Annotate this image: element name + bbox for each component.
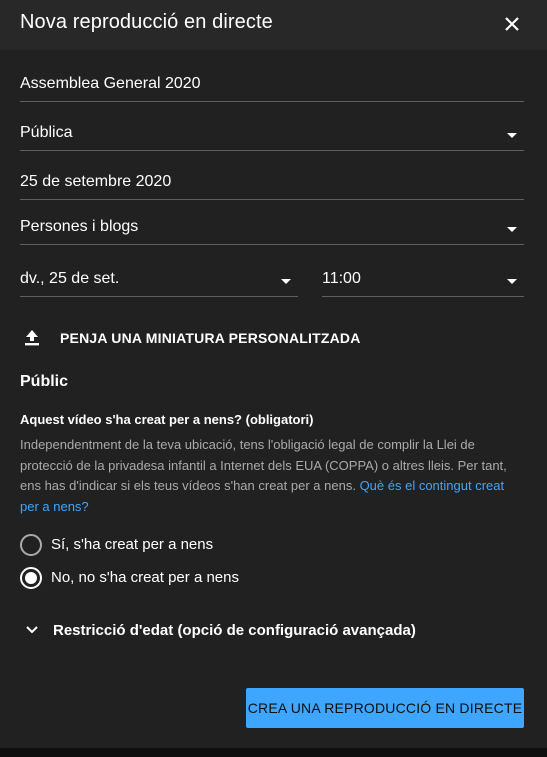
title-field-value: Assemblea General 2020 (20, 75, 201, 92)
create-live-stream-button[interactable]: CREA UNA REPRODUCCIÓ EN DIRECTE (246, 688, 524, 728)
dropdown-arrow-icon (507, 227, 517, 232)
radio-selected-dot (25, 572, 37, 584)
age-restriction-label: Restricció d'edat (opció de configuració… (53, 622, 416, 639)
schedule-time-select[interactable]: 11:00 (322, 266, 524, 297)
close-icon (505, 17, 519, 31)
dialog-title: Nova reproducció en directe (20, 11, 273, 33)
close-button[interactable] (499, 11, 525, 37)
dialog-header: Nova reproducció en directe (0, 0, 547, 50)
audience-section-title: Públic (20, 373, 69, 390)
upload-icon (25, 330, 39, 346)
schedule-date-select[interactable]: dv., 25 de set. (20, 266, 298, 297)
made-for-kids-question: Aquest vídeo s'ha creat per a nens? (obl… (20, 412, 314, 427)
dropdown-arrow-icon (281, 279, 291, 284)
dropdown-arrow-icon (507, 279, 517, 284)
upload-thumbnail-label: PENJA UNA MINIATURA PERSONALITZADA (60, 330, 361, 346)
made-for-kids-description: Independentment de la teva ubicació, ten… (20, 435, 526, 517)
date-field[interactable]: 25 de setembre 2020 (20, 169, 524, 200)
dropdown-arrow-icon (507, 133, 517, 138)
radio-circle (20, 534, 42, 556)
category-select-value: Persones i blogs (20, 218, 139, 235)
privacy-select[interactable]: Pública (20, 120, 524, 151)
title-field[interactable]: Assemblea General 2020 (20, 71, 524, 102)
create-live-stream-label: CREA UNA REPRODUCCIÓ EN DIRECTE (247, 700, 523, 716)
radio-label: Sí, s'ha creat per a nens (51, 536, 214, 553)
date-field-value: 25 de setembre 2020 (20, 173, 172, 190)
create-live-stream-dialog: Nova reproducció en directe Assemblea Ge… (0, 0, 547, 748)
category-select[interactable]: Persones i blogs (20, 214, 524, 245)
schedule-time-value: 11:00 (322, 270, 361, 287)
schedule-date-value: dv., 25 de set. (20, 270, 120, 287)
radio-label: No, no s'ha creat per a nens (51, 569, 239, 586)
privacy-select-value: Pública (20, 124, 73, 141)
chevron-down-icon (26, 626, 38, 634)
